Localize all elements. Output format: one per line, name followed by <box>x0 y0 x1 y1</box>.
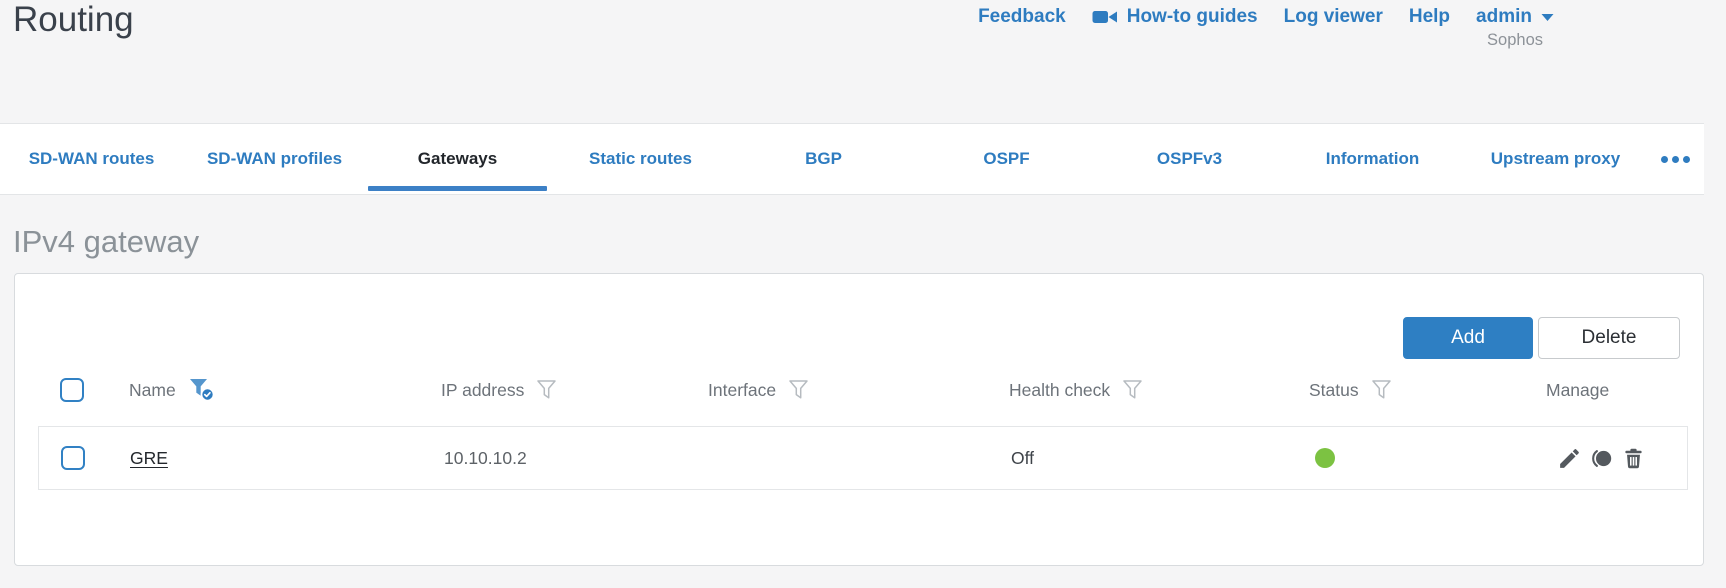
brand-label: Sophos <box>1487 31 1543 49</box>
tab-label: Information <box>1325 149 1420 168</box>
utility-nav: Feedback How-to guides Log viewer Help a… <box>978 6 1554 28</box>
help-link[interactable]: Help <box>1409 6 1450 28</box>
active-tab-underline <box>368 186 547 191</box>
feedback-link[interactable]: Feedback <box>978 6 1066 28</box>
tab-gateways[interactable]: Gateways <box>366 124 549 194</box>
health-check-value: Off <box>1011 447 1035 468</box>
column-header-manage: Manage <box>1546 375 1609 405</box>
column-label: Interface <box>708 379 777 400</box>
tab-ospfv3[interactable]: OSPFv3 <box>1098 124 1281 194</box>
ipv4-gateway-card: Add Delete Name IP address Interface Hea… <box>14 273 1704 566</box>
tab-label: Gateways <box>417 149 498 168</box>
help-label: Help <box>1408 6 1451 27</box>
ip-address-value: 10.10.10.2 <box>444 447 527 468</box>
tab-sdwan-routes[interactable]: SD-WAN routes <box>0 124 183 194</box>
tab-ospf[interactable]: OSPF <box>915 124 1098 194</box>
ellipsis-icon <box>1672 155 1679 163</box>
status-badge <box>1315 448 1335 468</box>
health-check-cell: Off <box>1011 427 1034 489</box>
tab-sdwan-profiles[interactable]: SD-WAN profiles <box>183 124 366 194</box>
tab-label: Upstream proxy <box>1490 149 1621 168</box>
status-cell <box>1315 427 1335 489</box>
table-row: GRE 10.10.10.2 Off <box>38 426 1688 490</box>
video-camera-icon <box>1092 11 1117 23</box>
tab-label: OSPF <box>983 149 1030 168</box>
column-header-ip-address: IP address <box>441 375 557 405</box>
more-tabs-button[interactable] <box>1647 124 1704 194</box>
column-header-health-check: Health check <box>1009 375 1143 405</box>
trash-icon[interactable] <box>1621 446 1646 471</box>
column-label: Manage <box>1546 379 1610 400</box>
tab-information[interactable]: Information <box>1281 124 1464 194</box>
how-to-guides-link[interactable]: How-to guides <box>1092 6 1258 28</box>
row-checkbox[interactable] <box>61 446 85 470</box>
edit-pencil-icon[interactable] <box>1557 446 1582 471</box>
column-label: Health check <box>1009 379 1111 400</box>
column-header-status: Status <box>1309 375 1392 405</box>
gateway-name-cell: GRE <box>130 427 168 489</box>
tab-label: SD-WAN routes <box>28 149 155 168</box>
add-button[interactable]: Add <box>1403 317 1533 359</box>
delete-button[interactable]: Delete <box>1538 317 1680 359</box>
filter-icon[interactable] <box>1123 380 1143 400</box>
tab-bgp[interactable]: BGP <box>732 124 915 194</box>
tab-label: SD-WAN profiles <box>206 149 343 168</box>
how-to-guides-label: How-to guides <box>1126 6 1258 27</box>
tab-upstream-proxy[interactable]: Upstream proxy <box>1464 124 1647 194</box>
admin-label: admin <box>1476 6 1532 27</box>
column-header-interface: Interface <box>708 375 809 405</box>
ip-address-cell: 10.10.10.2 <box>444 427 527 489</box>
row-checkbox-cell <box>61 427 85 489</box>
column-label: Name <box>129 379 176 400</box>
admin-menu[interactable]: admin <box>1476 6 1554 28</box>
column-label: IP address <box>441 379 525 400</box>
filter-icon[interactable] <box>537 380 557 400</box>
log-viewer-label: Log viewer <box>1283 6 1383 27</box>
caret-down-icon <box>1541 13 1554 21</box>
column-label: Status <box>1309 379 1359 400</box>
eclipse-usage-icon[interactable] <box>1589 446 1614 471</box>
feedback-label: Feedback <box>978 6 1066 27</box>
ellipsis-icon <box>1661 155 1668 163</box>
gateway-name-link[interactable]: GRE <box>130 448 168 469</box>
filter-icon[interactable] <box>1371 380 1392 400</box>
manage-cell <box>1557 427 1646 489</box>
tab-label: OSPFv3 <box>1156 149 1223 168</box>
tab-bar: SD-WAN routes SD-WAN profiles Gateways S… <box>0 123 1704 195</box>
ellipsis-icon <box>1683 155 1690 163</box>
log-viewer-link[interactable]: Log viewer <box>1284 6 1383 28</box>
tab-label: Static routes <box>589 149 692 168</box>
select-all-cell <box>60 375 84 405</box>
filter-active-icon[interactable] <box>189 378 216 402</box>
select-all-checkbox[interactable] <box>60 378 84 402</box>
column-header-name: Name <box>129 375 216 405</box>
tab-static-routes[interactable]: Static routes <box>549 124 732 194</box>
tab-label: BGP <box>805 149 842 168</box>
section-title: IPv4 gateway <box>13 224 200 259</box>
page-title: Routing <box>13 0 134 39</box>
filter-icon[interactable] <box>789 380 809 400</box>
